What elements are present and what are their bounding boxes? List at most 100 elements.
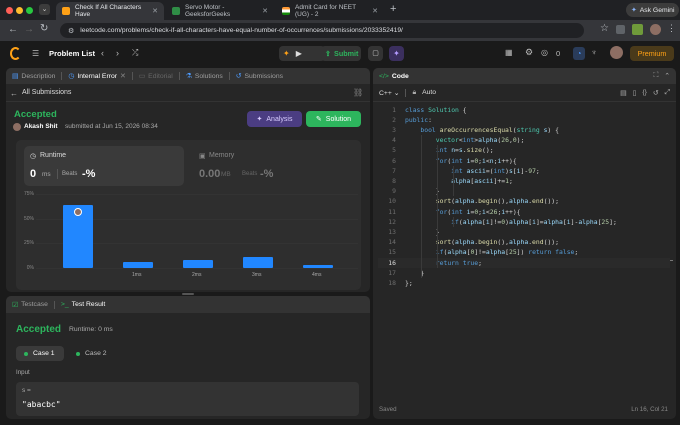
clock-icon: ◷ bbox=[68, 73, 75, 80]
tab-testcase[interactable]: ☑ Testcase bbox=[12, 301, 48, 309]
ai-assist-icon[interactable]: ✦ bbox=[389, 46, 404, 61]
profile-avatar[interactable] bbox=[650, 24, 661, 35]
your-submission-avatar bbox=[74, 207, 82, 216]
tab-leetcode[interactable]: Check If All Characters Have ✕ bbox=[56, 2, 164, 20]
bottom-panel-tabs: ☑ Testcase >_ Test Result bbox=[6, 296, 370, 313]
line-number: 14 bbox=[388, 238, 396, 247]
reload-icon[interactable]: ↻ bbox=[40, 23, 48, 34]
input-box: s = "abacbc" bbox=[16, 382, 359, 416]
line-number: 5 bbox=[392, 146, 396, 155]
close-tab-icon[interactable]: ✕ bbox=[120, 72, 126, 80]
prev-problem-icon[interactable]: ‹ bbox=[101, 48, 104, 58]
code-line[interactable]: 2 public: bbox=[378, 115, 670, 125]
shuffle-icon[interactable]: ⤮ bbox=[132, 48, 138, 58]
back-arrow-icon[interactable]: ← bbox=[8, 24, 18, 35]
maximize-window-button[interactable] bbox=[26, 6, 33, 14]
case-2-tab[interactable]: Case 2 bbox=[68, 346, 116, 361]
panel-resize-handle[interactable] bbox=[182, 293, 194, 295]
case-label: Case 2 bbox=[85, 350, 107, 357]
fullscreen-icon[interactable]: ⤢ bbox=[665, 89, 670, 97]
tree-icon[interactable]: ♆ bbox=[591, 48, 597, 57]
notification-icon[interactable]: ◔ bbox=[573, 47, 585, 60]
browser-menu-icon[interactable]: ⋮ bbox=[667, 23, 676, 34]
editor-toolbar: C++ ⌄ 🔒︎ Auto ▤ ▯ {} ↺ ⤢ bbox=[373, 84, 676, 102]
back-arrow-icon[interactable]: ← bbox=[10, 89, 18, 98]
divider bbox=[6, 101, 370, 102]
edit-icon: ✎ bbox=[315, 116, 322, 123]
debug-icon[interactable]: ✦ bbox=[283, 49, 290, 58]
code-text: sort(alpha.begin(),alpha.end()); bbox=[435, 238, 559, 247]
chart-bar-1ms[interactable] bbox=[123, 262, 153, 268]
all-submissions-link[interactable]: All Submissions bbox=[22, 89, 71, 96]
tab-neet[interactable]: Admit Card for NEET (UG) - 2 ✕ bbox=[276, 2, 384, 20]
tab-geeksforgeeks[interactable]: Servo Motor - GeeksforGeeks ✕ bbox=[166, 2, 274, 20]
format-braces-icon[interactable]: {} bbox=[642, 89, 647, 96]
tab-code[interactable]: </> Code bbox=[379, 73, 409, 80]
chart-bar-3ms[interactable] bbox=[243, 257, 273, 268]
close-window-button[interactable] bbox=[6, 6, 13, 14]
tab-label: Submissions bbox=[244, 72, 284, 80]
close-tab-icon[interactable]: ✕ bbox=[372, 7, 378, 15]
auto-mode-label[interactable]: Auto bbox=[422, 89, 436, 96]
notes-icon[interactable]: ▢ bbox=[368, 46, 383, 61]
submit-button[interactable]: ⇪ Submit bbox=[321, 46, 361, 61]
reset-icon[interactable]: ↺ bbox=[653, 89, 659, 97]
site-info-icon[interactable]: ⚙ bbox=[68, 27, 74, 35]
memory-label[interactable]: Memory bbox=[209, 152, 234, 159]
tab-test-result[interactable]: >_ Test Result bbox=[61, 301, 105, 308]
code-line[interactable]: 3 bool areOccurrencesEqual(string s) { bbox=[378, 125, 670, 135]
leetcode-logo-icon[interactable] bbox=[10, 47, 21, 60]
ask-gemini-button[interactable]: ✦ Ask Gemini bbox=[626, 3, 680, 17]
forward-arrow-icon[interactable]: → bbox=[24, 24, 34, 35]
close-tab-icon[interactable]: ✕ bbox=[152, 7, 158, 15]
extension-icon[interactable] bbox=[616, 25, 625, 34]
share-link-icon[interactable]: ⛓ bbox=[353, 88, 363, 97]
user-avatar[interactable] bbox=[610, 46, 623, 59]
upload-cloud-icon: ⇪ bbox=[325, 49, 332, 58]
analysis-button[interactable]: ✦ Analysis bbox=[247, 111, 302, 127]
address-bar[interactable]: ⚙ leetcode.com/problems/check-if-all-cha… bbox=[60, 23, 584, 38]
chart-bar-4ms[interactable] bbox=[303, 265, 333, 268]
tab-submissions[interactable]: ↺ Submissions bbox=[236, 72, 284, 81]
run-button[interactable]: ▶ bbox=[296, 49, 302, 58]
user-name[interactable]: Akash Shit bbox=[24, 123, 58, 130]
case-1-tab[interactable]: Case 1 bbox=[16, 346, 64, 361]
code-line[interactable]: 1 class Solution { bbox=[378, 105, 670, 115]
runtime-box[interactable]: ◷ Runtime 0 ms Beats -% bbox=[24, 146, 184, 186]
problem-list-link[interactable]: Problem List bbox=[49, 49, 95, 58]
bookmark-icon[interactable]: ▯ bbox=[633, 89, 637, 97]
editorial-icon: ▭ bbox=[138, 73, 146, 80]
minimize-window-button[interactable] bbox=[16, 6, 23, 14]
expand-icon[interactable]: ⛶ bbox=[654, 72, 659, 80]
code-text: } bbox=[405, 227, 440, 236]
layout-icon[interactable]: ▦ bbox=[505, 48, 513, 57]
premium-button[interactable]: Premium bbox=[630, 46, 674, 61]
line-number: 9 bbox=[392, 187, 396, 196]
input-var: s = bbox=[22, 387, 31, 394]
collapse-icon[interactable]: ⌃ bbox=[664, 72, 670, 80]
beats-label: Beats bbox=[62, 171, 78, 177]
next-problem-icon[interactable]: › bbox=[116, 48, 119, 58]
code-line[interactable]: 18}; bbox=[378, 278, 670, 288]
run-controls: ✦ ▶ bbox=[279, 46, 325, 61]
chart-bar-2ms[interactable] bbox=[183, 260, 213, 268]
close-tab-icon[interactable]: ✕ bbox=[262, 7, 268, 15]
bookmark-star-icon[interactable]: ☆ bbox=[600, 23, 609, 34]
notes-icon[interactable]: ▤ bbox=[620, 89, 626, 97]
tab-solutions[interactable]: ⚗ Solutions bbox=[186, 72, 223, 81]
india-flag-icon bbox=[282, 7, 290, 15]
solution-button[interactable]: ✎ Solution bbox=[306, 111, 361, 127]
line-number: 15 bbox=[388, 248, 396, 257]
test-result-panel: ☑ Testcase >_ Test Result Accepted Runtime… bbox=[6, 296, 370, 419]
extension-puzzle-icon[interactable] bbox=[632, 24, 643, 35]
language-select[interactable]: C++ ⌄ bbox=[379, 89, 399, 97]
tab-search-icon[interactable]: ⌄ bbox=[39, 4, 50, 15]
code-text: }; bbox=[405, 278, 413, 287]
tab-editorial[interactable]: ▭ Editorial bbox=[138, 72, 173, 81]
description-icon: ▤ bbox=[12, 73, 19, 80]
tab-internal-error[interactable]: ◷ Internal Error ✕ bbox=[68, 72, 126, 81]
tab-description[interactable]: ▤ Description bbox=[12, 72, 55, 81]
browser-tab-bar: ⌄ Check If All Characters Have ✕ Servo M… bbox=[0, 0, 680, 20]
new-tab-icon[interactable]: + bbox=[390, 4, 396, 15]
settings-gear-icon[interactable]: ⚙ bbox=[525, 47, 533, 58]
